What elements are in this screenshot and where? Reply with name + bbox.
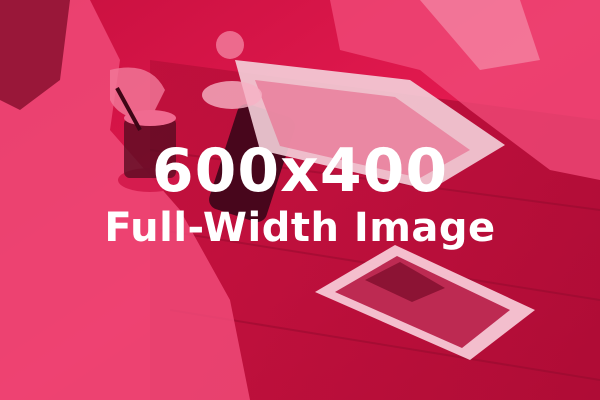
image-size-title: 600x400 xyxy=(151,136,449,206)
placeholder-image: 600x400 Full-Width Image xyxy=(0,0,600,400)
image-caption: Full-Width Image xyxy=(104,205,496,251)
